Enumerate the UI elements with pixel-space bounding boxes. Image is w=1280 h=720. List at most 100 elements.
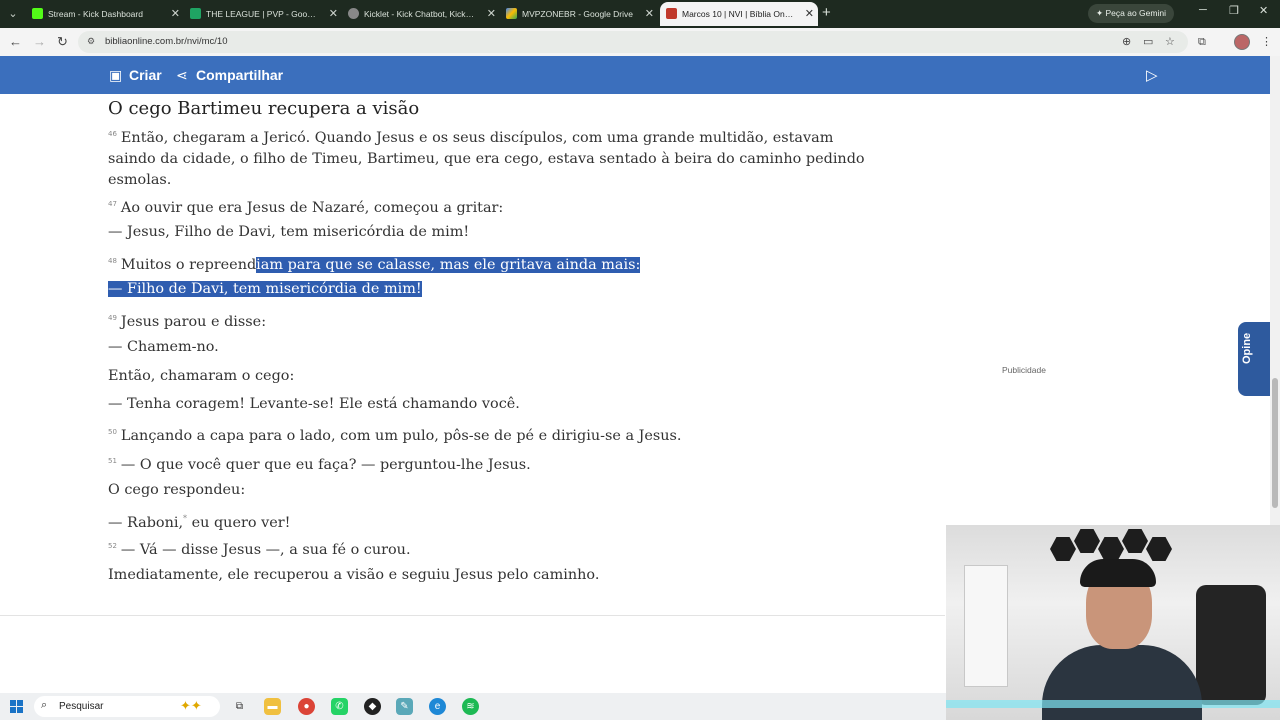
scrollbar-thumb[interactable] xyxy=(1272,378,1278,508)
gemini-button[interactable]: ✦ Peça ao Gemini xyxy=(1088,4,1174,23)
verse-50[interactable]: 50 Lançando a capa para o lado, com um pu… xyxy=(108,422,868,447)
tab-biblia-online[interactable]: Marcos 10 | NVI | Bíblia Online ✕ xyxy=(660,2,818,26)
tab-title: THE LEAGUE | PVP - Google Pla xyxy=(206,9,318,19)
verse-number: 46 xyxy=(108,130,117,138)
ad-label: Publicidade xyxy=(1002,365,1046,375)
feedback-opine-button[interactable]: Opine xyxy=(1238,322,1270,396)
verse-51[interactable]: 51— O que você quer que eu faça? — pergu… xyxy=(108,451,868,476)
verse-text: — Chamem-no. xyxy=(108,339,219,355)
verse-text: eu quero ver! xyxy=(187,514,291,531)
verse-47[interactable]: 47 Ao ouvir que era Jesus de Nazaré, come… xyxy=(108,194,868,219)
line-chamem-no[interactable]: — Chamem-no. xyxy=(108,337,868,358)
tab-the-league[interactable]: THE LEAGUE | PVP - Google Pla ✕ xyxy=(184,2,342,26)
line-chamaram[interactable]: Então, chamaram o cego: xyxy=(108,366,868,387)
line-filho-de-davi[interactable]: — Filho de Davi, tem misericórdia de mim… xyxy=(108,279,868,300)
verse-text: — Jesus, Filho de Davi, tem misericórdia… xyxy=(108,224,470,240)
spotify-icon[interactable]: ≋ xyxy=(462,698,479,715)
gemini-sparkle-icon: ✦ xyxy=(1096,8,1104,18)
url-text[interactable]: bibliaonline.com.br/nvi/mc/10 xyxy=(105,31,228,53)
share-button[interactable]: ⋖ Compartilhar xyxy=(176,65,283,85)
play-audio-icon[interactable]: ▷ xyxy=(1146,66,1158,84)
cast-icon[interactable]: ▭ xyxy=(1143,34,1153,50)
content-divider xyxy=(0,615,945,616)
file-explorer-icon[interactable]: ▬ xyxy=(264,698,281,715)
verse-number: 49 xyxy=(108,314,117,322)
tab-kick-dashboard[interactable]: Stream - Kick Dashboard ✕ xyxy=(26,2,184,26)
minimize-icon[interactable]: ─ xyxy=(1199,4,1207,16)
verse-text: Imediatamente, ele recuperou a visão e s… xyxy=(108,567,600,583)
verse-text: — Vá — disse Jesus —, a sua fé o curou. xyxy=(120,541,411,558)
chapter-content: O cego Bartimeu recupera a visão 46 Então… xyxy=(108,97,868,191)
verse-text: — Tenha coragem! Levante-se! Ele está ch… xyxy=(108,396,520,412)
browser-menu-icon[interactable]: ⋮ xyxy=(1261,34,1272,50)
browser-tab-strip: ⌄ Stream - Kick Dashboard ✕ THE LEAGUE |… xyxy=(0,0,1280,28)
taskbar-search[interactable]: ⌕ Pesquisar ✦✦ xyxy=(34,696,220,717)
app-icon[interactable]: ◆ xyxy=(364,698,381,715)
webcam-hexagon-panel xyxy=(1146,537,1172,561)
selected-text: — Filho de Davi, tem misericórdia de mim… xyxy=(108,281,422,297)
close-tab-icon[interactable]: ✕ xyxy=(329,2,338,26)
verse-text: Então, chamaram o cego: xyxy=(108,368,295,384)
site-info-icon[interactable]: ⚙ xyxy=(87,36,98,47)
profile-avatar[interactable] xyxy=(1234,34,1250,50)
restore-icon[interactable]: ❐ xyxy=(1229,4,1239,17)
verse-text: Então, chegaram a Jericó. Quando Jesus e… xyxy=(108,129,865,188)
copilot-sparkle-icon: ✦✦ xyxy=(180,698,202,713)
verse-text: Lançando a capa para o lado, com um pulo… xyxy=(120,427,682,444)
close-tab-icon[interactable]: ✕ xyxy=(487,2,496,26)
verse-48[interactable]: 48 Muitos o repreendiam para que se calas… xyxy=(108,251,868,276)
close-tab-icon[interactable]: ✕ xyxy=(171,2,180,26)
new-tab-plus-icon[interactable]: + xyxy=(822,4,831,22)
webcam-chair xyxy=(1196,585,1266,705)
create-button[interactable]: ▣ Criar xyxy=(109,65,162,85)
tab-title: Marcos 10 | NVI | Bíblia Online xyxy=(682,9,794,19)
gemini-label: Peça ao Gemini xyxy=(1105,8,1166,18)
tab-kicklet[interactable]: Kicklet - Kick Chatbot, Kick Wid ✕ xyxy=(342,2,500,26)
close-window-icon[interactable]: ✕ xyxy=(1259,4,1268,17)
verse-text: O cego respondeu: xyxy=(108,482,246,498)
windows-start-icon[interactable] xyxy=(10,700,23,713)
line-raboni[interactable]: — Raboni,* eu quero ver! xyxy=(108,508,868,534)
chrome-icon[interactable]: ● xyxy=(298,698,315,715)
extensions-puzzle-icon[interactable]: ⧉ xyxy=(1198,34,1206,50)
webcam-hexagon-panel xyxy=(1122,529,1148,553)
zoom-icon[interactable]: ⊕ xyxy=(1122,34,1131,50)
verse-number: 47 xyxy=(108,200,117,208)
reload-icon[interactable]: ↻ xyxy=(57,33,68,51)
whatsapp-icon[interactable]: ✆ xyxy=(331,698,348,715)
webcam-hexagon-panel xyxy=(1098,537,1124,561)
back-arrow-icon[interactable]: ← xyxy=(9,33,22,51)
verse-number: 52 xyxy=(108,542,117,550)
verse-number: 51 xyxy=(108,457,117,465)
selected-text: iam para que se calasse, mas ele gritava… xyxy=(256,256,641,273)
close-tab-icon[interactable]: ✕ xyxy=(805,2,814,26)
tab-google-drive[interactable]: MVPZONEBR - Google Drive ✕ xyxy=(500,2,658,26)
line-o-cego-respondeu[interactable]: O cego respondeu: xyxy=(108,480,868,501)
search-icon: ⌕ xyxy=(41,699,48,711)
verse-46[interactable]: 46 Então, chegaram a Jericó. Quando Jesus… xyxy=(108,124,868,191)
task-view-icon[interactable]: ⧉ xyxy=(231,698,248,715)
tab-title: MVPZONEBR - Google Drive xyxy=(522,9,633,19)
verse-number: 50 xyxy=(108,428,117,436)
verse-number: 48 xyxy=(108,257,117,265)
webcam-shelf xyxy=(964,565,1008,687)
address-bar[interactable]: ⚙ bibliaonline.com.br/nvi/mc/10 xyxy=(78,31,1188,53)
notepad-icon[interactable]: ✎ xyxy=(396,698,413,715)
verse-52[interactable]: 52— Vá — disse Jesus —, a sua fé o curou… xyxy=(108,536,868,561)
webcam-neon-light xyxy=(946,700,1280,708)
line-tenha-coragem[interactable]: — Tenha coragem! Levante-se! Ele está ch… xyxy=(108,394,868,415)
site-header: ▣ Criar ⋖ Compartilhar ▷ xyxy=(0,56,1270,94)
close-tab-icon[interactable]: ✕ xyxy=(645,2,654,26)
line-imediatamente[interactable]: Imediatamente, ele recuperou a visão e s… xyxy=(108,565,868,586)
webcam-hexagon-panel xyxy=(1074,529,1100,553)
bookmark-star-icon[interactable]: ☆ xyxy=(1165,34,1175,50)
line-jesus-filho-de-davi[interactable]: — Jesus, Filho de Davi, tem misericórdia… xyxy=(108,222,868,243)
browser-toolbar: ← → ↻ ⚙ bibliaonline.com.br/nvi/mc/10 ⊕ … xyxy=(0,28,1280,56)
verse-49[interactable]: 49 Jesus parou e disse: xyxy=(108,308,868,333)
section-title: O cego Bartimeu recupera a visão xyxy=(108,98,420,119)
webcam-person-body xyxy=(1042,645,1202,720)
windows-taskbar: ⌕ Pesquisar ✦✦ ⧉ ▬ ● ✆ ◆ ✎ e ≋ xyxy=(0,693,946,720)
tab-search-chevron-icon[interactable]: ⌄ xyxy=(4,5,22,23)
forward-arrow-icon[interactable]: → xyxy=(33,33,46,51)
edge-icon[interactable]: e xyxy=(429,698,446,715)
